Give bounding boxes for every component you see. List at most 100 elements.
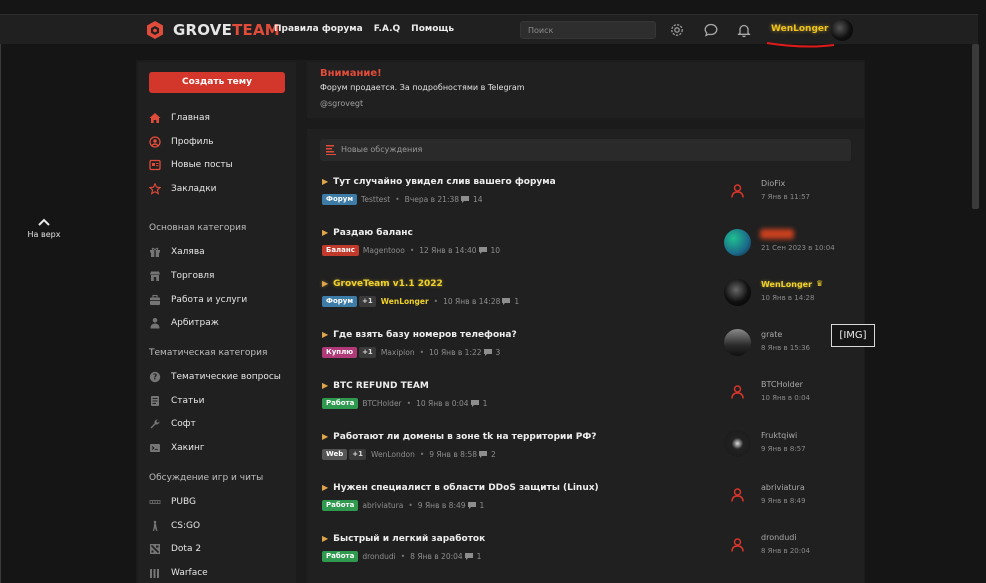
thread-title[interactable]: ▶ Работают ли домены в зоне tk на террито… [322, 432, 597, 442]
sidebar-item-bookmarks[interactable]: Закладки [149, 183, 217, 195]
thread-reply-count: 2 [491, 450, 496, 459]
last-post-info[interactable]: Fruktqiwi 9 Янв в 8:57 [724, 430, 854, 460]
meta-separator: • [419, 450, 425, 459]
comment-icon [464, 553, 473, 560]
thread-title[interactable]: ▶ Раздаю баланс [322, 228, 413, 238]
thread-tag[interactable]: Форум [322, 194, 358, 205]
thread-meta: Баланс Magentooo • 12 Янв в 14:40 10 [322, 245, 500, 256]
last-post-info[interactable]: drondudi 8 Янв в 20:04 [724, 532, 854, 562]
last-poster-avatar[interactable] [724, 379, 751, 406]
chat-icon[interactable] [703, 22, 719, 38]
site-logo[interactable]: GROVETEAM [145, 20, 280, 40]
create-topic-button[interactable]: Создать тему [149, 72, 285, 93]
sidebar-item-jobs[interactable]: Работа и услуги [149, 294, 247, 306]
thread-tag[interactable]: Баланс [322, 245, 359, 256]
scroll-to-top-button[interactable]: На верх [22, 218, 66, 239]
thread-author[interactable]: abriviatura [362, 501, 403, 510]
thread-author[interactable]: Testtest [361, 195, 390, 204]
sidebar-item-home[interactable]: Главная [149, 112, 210, 124]
sidebar-item-label: PUBG [171, 497, 197, 507]
last-poster-name[interactable]: Fruktqiwi [761, 431, 797, 440]
meta-separator: • [419, 348, 425, 357]
default-user-icon [731, 538, 744, 552]
bell-icon[interactable] [736, 22, 752, 38]
last-poster-avatar[interactable] [724, 178, 751, 205]
thread-title-text: Раздаю баланс [333, 228, 413, 238]
thread-tag-more[interactable]: +1 [349, 449, 366, 460]
last-poster-name[interactable]: DioFix [761, 179, 785, 188]
thread-tag[interactable]: Работа [322, 500, 359, 511]
last-poster-avatar[interactable] [724, 279, 751, 306]
thread-tag[interactable]: Web [322, 449, 348, 460]
default-user-icon [731, 385, 744, 399]
thread-author[interactable]: Magentooo [363, 246, 405, 255]
last-post-info[interactable]: WenLonger ♛ 10 Янв в 14:28 [724, 279, 854, 309]
terminal-icon [150, 444, 160, 452]
sidebar-item-arbitrage[interactable]: Арбитраж [149, 317, 219, 329]
thread-title[interactable]: ▶ Нужен специалист в области DDoS защиты … [322, 483, 599, 493]
user-tie-icon [150, 318, 160, 329]
last-poster-avatar[interactable] [724, 430, 751, 457]
last-post-info[interactable]: BTCHolder 10 Янв в 0:04 [724, 379, 854, 409]
sidebar-item-thematic-questions[interactable]: ? Тематические вопросы [149, 371, 281, 383]
sidebar-item-dota2[interactable]: Dota 2 [149, 543, 201, 555]
nav-forum-rules[interactable]: Правила форума [274, 24, 363, 34]
thread-tag[interactable]: Работа [322, 398, 359, 409]
thread-tag[interactable]: Куплю [322, 347, 358, 358]
thread-author[interactable]: BTCHolder [362, 399, 401, 408]
thread-author[interactable]: WenLondon [371, 450, 415, 459]
last-poster-name[interactable]: abriviatura [761, 483, 805, 492]
last-poster-name[interactable]: drondudi [761, 533, 797, 542]
panel-header: Новые обсуждения [320, 139, 851, 161]
thread-author[interactable]: Maxipion [381, 348, 415, 357]
last-poster-avatar[interactable] [724, 329, 751, 356]
last-poster-name[interactable]: grate [761, 330, 782, 339]
thread-tag[interactable]: Форум [322, 296, 358, 307]
sidebar-item-pubg[interactable]: PUBG [149, 496, 196, 508]
thread-title[interactable]: ▶ Где взять базу номеров телефона? [322, 330, 517, 340]
nav-faq[interactable]: F.A.Q [374, 24, 400, 34]
sidebar-item-articles[interactable]: Статьи [149, 395, 204, 407]
comment-icon [461, 196, 470, 203]
thread-tag[interactable]: Работа [322, 551, 359, 562]
last-poster-name[interactable]: BTCHolder [761, 380, 803, 389]
page-scrollbar[interactable] [972, 44, 979, 209]
left-edge-line [0, 14, 1, 583]
notice-telegram-link[interactable]: @sgrovegt [320, 99, 363, 108]
last-poster-avatar[interactable] [724, 532, 751, 559]
thread-title[interactable]: ▶ BTC REFUND TEAM [322, 381, 429, 391]
last-post-info[interactable]: 21 Сен 2023 в 10:04 [724, 229, 854, 259]
thread-arrow-icon: ▶ [322, 330, 329, 339]
sidebar-item-warface[interactable]: Warface [149, 567, 208, 579]
last-poster-name[interactable]: WenLonger [761, 280, 812, 289]
sidebar-item-csgo[interactable]: CS:GO [149, 520, 200, 532]
thread-author[interactable]: WenLonger [381, 297, 429, 306]
sidebar-item-trade[interactable]: Торговля [149, 270, 214, 282]
last-post-info[interactable]: abriviatura 9 Янв в 8:49 [724, 482, 854, 512]
header-username[interactable]: WenLonger [771, 24, 828, 34]
settings-icon[interactable] [669, 22, 685, 38]
last-poster-avatar[interactable] [724, 482, 751, 509]
panel-heading: Новые обсуждения [341, 145, 423, 154]
user-avatar[interactable] [831, 19, 853, 41]
thread-title[interactable]: ▶ Быстрый и легкий заработок [322, 534, 485, 544]
thread-title[interactable]: ▶ Тут случайно увидел слив вашего форума [322, 177, 556, 187]
thread-tag-more[interactable]: +1 [359, 296, 376, 307]
sidebar-item-software[interactable]: Софт [149, 418, 196, 430]
section-title-thematic: Тематическая категория [149, 348, 268, 358]
sidebar-item-freebies[interactable]: Халява [149, 246, 205, 258]
sidebar-item-hacking[interactable]: Хакинг [149, 442, 205, 454]
thread-tag-more[interactable]: +1 [359, 347, 376, 358]
thread-author[interactable]: drondudi [362, 552, 395, 561]
search-input[interactable] [520, 21, 656, 39]
red-underline-annotation [766, 42, 835, 48]
last-post-info[interactable]: DioFix 7 Янв в 11:57 [724, 178, 854, 208]
nav-help[interactable]: Помощь [411, 24, 454, 34]
sidebar-item-label: Статьи [171, 396, 205, 406]
csgo-icon [152, 520, 158, 531]
thread-date: 12 Янв в 14:40 [419, 246, 477, 255]
sidebar-item-profile[interactable]: Профиль [149, 136, 214, 148]
sidebar-item-new-posts[interactable]: Новые посты [149, 159, 233, 171]
last-poster-avatar[interactable] [724, 229, 751, 256]
thread-title[interactable]: ▶ GroveTeam v1.1 2022 [322, 279, 443, 289]
